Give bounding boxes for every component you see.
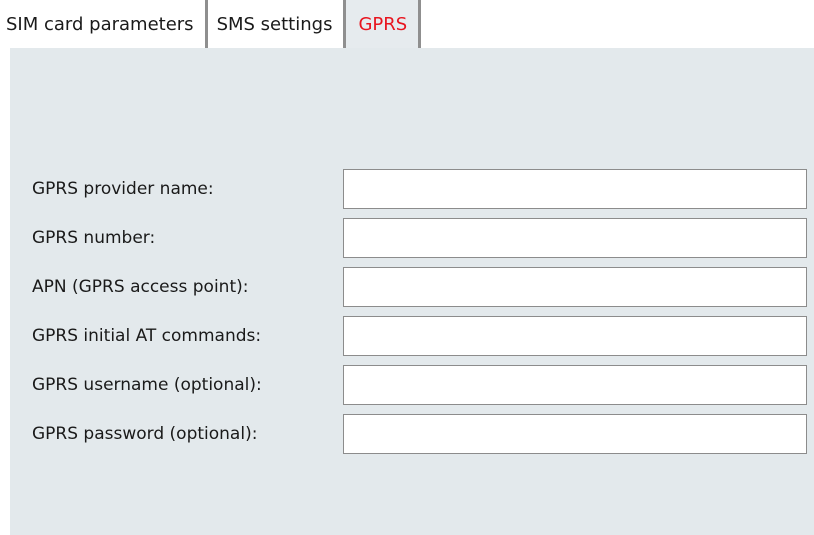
form-row-apn: APN (GPRS access point): [10, 267, 814, 307]
form-row-username: GPRS username (optional): [10, 365, 814, 405]
gprs-number-label: GPRS number: [32, 228, 156, 248]
at-commands-label: GPRS initial AT commands: [32, 326, 262, 346]
tab-sms-settings[interactable]: SMS settings [207, 0, 347, 48]
form-row-password: GPRS password (optional): [10, 414, 814, 454]
gprs-number-input[interactable] [343, 218, 807, 258]
tab-bar: SIM card parameters SMS settings GPRS [0, 0, 422, 48]
provider-name-input[interactable] [343, 169, 807, 209]
password-input[interactable] [343, 414, 807, 454]
apn-input[interactable] [343, 267, 807, 307]
password-label: GPRS password (optional): [32, 424, 258, 444]
apn-label: APN (GPRS access point): [32, 277, 249, 297]
username-input[interactable] [343, 365, 807, 405]
form-row-at-commands: GPRS initial AT commands: [10, 316, 814, 356]
tab-gprs[interactable]: GPRS [346, 0, 422, 48]
at-commands-input[interactable] [343, 316, 807, 356]
gprs-settings-panel: GPRS provider name: GPRS number: APN (GP… [10, 48, 814, 535]
tab-sim-card-parameters[interactable]: SIM card parameters [0, 0, 208, 48]
provider-name-label: GPRS provider name: [32, 179, 214, 199]
form-row-provider-name: GPRS provider name: [10, 169, 814, 209]
form-row-gprs-number: GPRS number: [10, 218, 814, 258]
username-label: GPRS username (optional): [32, 375, 262, 395]
